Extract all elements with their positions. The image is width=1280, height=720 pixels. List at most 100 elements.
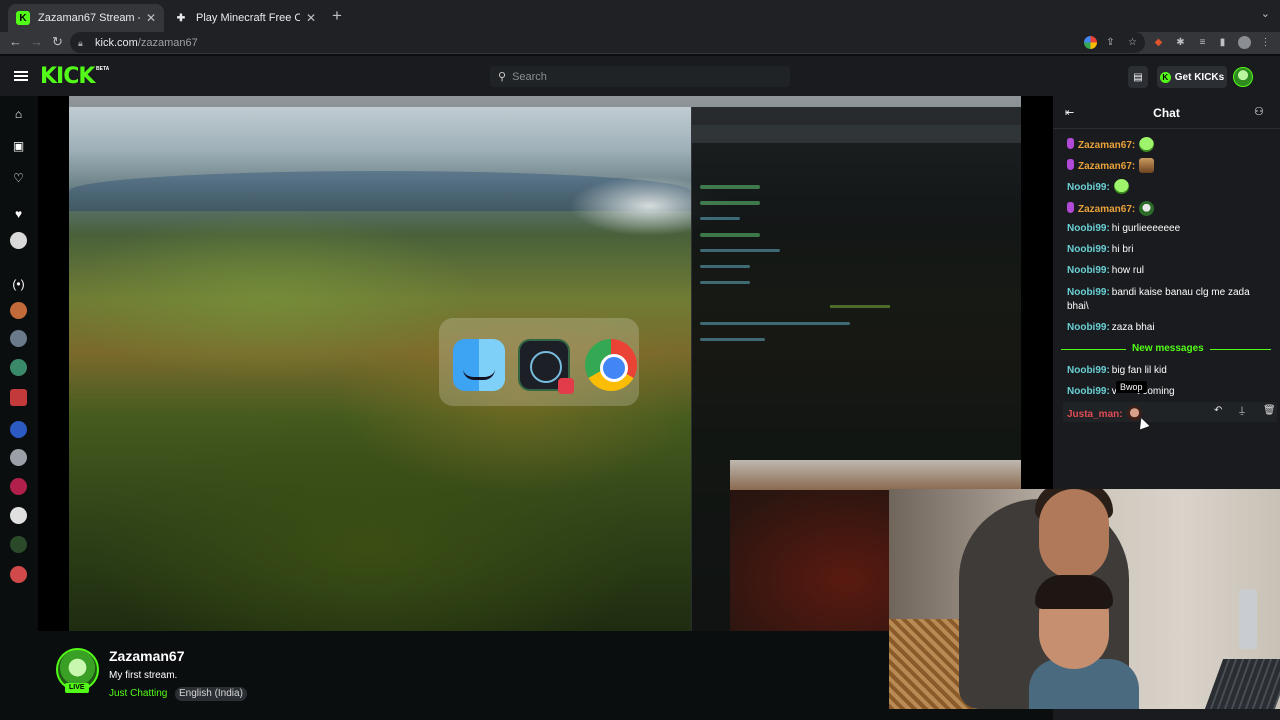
chat-text: zaza bhai <box>1111 322 1155 333</box>
chat-username[interactable]: Zazaman67: <box>1078 161 1135 172</box>
sidebar-channel-avatar[interactable] <box>10 389 27 406</box>
browser-toolbar: ← → ↻ 🔒︎ kick.com/zazaman67 ⇪ ☆ ◆ ✱ ≡ ▮ … <box>0 32 1280 54</box>
address-bar[interactable]: 🔒︎ kick.com/zazaman67 <box>70 32 1145 53</box>
recommended-icon: (•) <box>12 276 25 291</box>
chat-text: how rul <box>1111 265 1145 276</box>
chat-message[interactable]: Zazaman67: <box>1067 137 1262 153</box>
following-icon[interactable]: ♡ <box>10 169 27 186</box>
chat-username[interactable]: Noobi99: <box>1067 244 1110 255</box>
channel-name[interactable]: Zazaman67 <box>109 648 184 664</box>
sidebar-channel-avatar[interactable] <box>10 478 27 495</box>
chat-message[interactable]: Noobi99: bandi kaise banau clg me zada bh… <box>1067 286 1262 314</box>
kicks-coin-icon: K <box>1159 71 1171 83</box>
tab-search-icon[interactable]: ⌄ <box>1261 7 1270 20</box>
kick-logo[interactable]: KICK <box>40 64 95 89</box>
sidebar-channel-avatar[interactable] <box>10 566 27 583</box>
microphone-badge-icon <box>1067 138 1074 149</box>
get-kicks-button[interactable]: K Get KICKs <box>1157 66 1227 88</box>
url-path: /zazaman67 <box>137 36 198 49</box>
chat-username[interactable]: Noobi99: <box>1067 182 1110 193</box>
emote-tooltip: Bwop <box>1116 381 1147 393</box>
chat-username[interactable]: Zazaman67: <box>1078 204 1135 215</box>
chat-username[interactable]: Justa_man: <box>1067 409 1123 420</box>
language-tag[interactable]: English (India) <box>175 687 247 701</box>
chat-title: Chat <box>1153 106 1180 120</box>
stream-title: My first stream. <box>109 670 178 681</box>
home-icon[interactable]: ⌂ <box>10 105 27 122</box>
pin-icon[interactable]: ⍊ <box>1239 405 1245 416</box>
forward-icon[interactable]: → <box>30 34 43 49</box>
chat-message[interactable]: Noobi99: <box>1067 179 1262 195</box>
video-macos-menubar <box>69 96 1021 107</box>
browser-tab-kick[interactable]: K Zazaman67 Stream - Watch Li ✕ <box>8 4 164 32</box>
search-input[interactable] <box>512 70 773 83</box>
sidebar-channel-avatar[interactable] <box>10 232 27 249</box>
chat-message[interactable]: Noobi99: v t coming <box>1067 385 1262 399</box>
theatre-mode-icon[interactable]: ▤ <box>1128 66 1148 88</box>
sidebar-channel-avatar[interactable] <box>10 302 27 319</box>
microphone-badge-icon <box>1067 202 1074 213</box>
bookmark-star-icon[interactable]: ☆ <box>1126 36 1139 49</box>
chat-username[interactable]: Noobi99: <box>1067 223 1110 234</box>
chat-username[interactable]: Noobi99: <box>1067 287 1110 298</box>
back-icon[interactable]: ← <box>9 34 22 49</box>
emote-icon[interactable] <box>1139 137 1155 152</box>
extensions-icon[interactable]: ✱ <box>1174 36 1187 49</box>
sidebar-channel-avatar[interactable] <box>10 359 27 376</box>
chat-message[interactable]: Noobi99: zaza bhai <box>1067 321 1262 335</box>
search-box[interactable]: ⚲ <box>490 66 790 87</box>
stream-category-link[interactable]: Just Chatting <box>109 688 167 699</box>
emote-icon[interactable] <box>1139 201 1155 216</box>
close-tab-icon[interactable]: ✕ <box>146 11 156 25</box>
webcam-overlay <box>889 489 1280 709</box>
video-obs-icon <box>518 339 574 394</box>
new-tab-button[interactable]: + <box>332 6 342 26</box>
chat-message[interactable]: Justa_man: <box>1067 406 1262 422</box>
gamepad-icon: ✚ <box>176 12 186 24</box>
chat-username[interactable]: Noobi99: <box>1067 265 1110 276</box>
chat-message[interactable]: Zazaman67: <box>1067 201 1262 217</box>
sidebar-channel-avatar[interactable] <box>10 536 27 553</box>
stream-video[interactable] <box>69 96 1021 631</box>
site-header: KICK BETA ⚲ ▤ K Get KICKs <box>0 56 1280 96</box>
emote-icon[interactable] <box>1113 179 1129 194</box>
sidebar-channel-avatar[interactable] <box>10 330 27 347</box>
chat-message[interactable]: Noobi99: hi bri <box>1067 243 1262 257</box>
delete-icon[interactable]: 🗑︎ <box>1263 405 1276 416</box>
chat-message[interactable]: Zazaman67: <box>1067 158 1262 174</box>
chat-username[interactable]: Noobi99: <box>1067 322 1110 333</box>
brave-extension-icon[interactable]: ◆ <box>1152 36 1165 49</box>
sidebar-channel-avatar[interactable] <box>10 507 27 524</box>
left-sidebar: ⌂ ▣ ♡ ♥ (•) <box>0 96 38 720</box>
chat-username[interactable]: Zazaman67: <box>1078 140 1135 151</box>
share-icon[interactable]: ⇪ <box>1104 36 1117 49</box>
emote-icon[interactable] <box>1139 158 1155 173</box>
chat-message[interactable]: Noobi99: big fan lil kid <box>1067 364 1262 378</box>
browser-menu-icon[interactable]: ⋮ <box>1259 36 1272 49</box>
chat-message[interactable]: Noobi99: hi gurlieeeeeee <box>1067 222 1262 236</box>
reply-icon[interactable]: ↶ <box>1214 405 1222 416</box>
browse-icon[interactable]: ▣ <box>10 137 27 154</box>
chat-username[interactable]: Noobi99: <box>1067 365 1110 376</box>
live-badge: LIVE <box>65 683 89 693</box>
profile-avatar-icon[interactable] <box>1238 36 1251 49</box>
sidebar-channel-avatar[interactable] <box>10 449 27 466</box>
user-avatar[interactable] <box>1233 67 1253 87</box>
google-lens-icon[interactable] <box>1084 36 1097 49</box>
microphone-badge-icon <box>1067 159 1074 170</box>
chat-text: hi gurlieeeeeee <box>1111 223 1181 234</box>
following-heart-icon: ♥ <box>14 206 23 221</box>
chat-header: ⇤ Chat ⚇ <box>1053 96 1280 129</box>
close-tab-icon[interactable]: ✕ <box>306 11 316 25</box>
reload-icon[interactable]: ↻ <box>52 34 63 50</box>
sidepanel-icon[interactable]: ▮ <box>1216 36 1229 49</box>
browser-tab-minecraft[interactable]: ✚ Play Minecraft Free Online ✕ <box>166 4 324 32</box>
chat-username[interactable]: Noobi99: <box>1067 386 1110 397</box>
chat-message[interactable]: Noobi99: how rul <box>1067 264 1262 278</box>
media-icon[interactable]: ≡ <box>1196 36 1209 49</box>
tab-title: Zazaman67 Stream - Watch Li <box>38 12 140 24</box>
menu-icon[interactable] <box>14 71 28 81</box>
lock-icon: 🔒︎ <box>78 37 83 48</box>
chat-users-icon[interactable]: ⚇ <box>1254 105 1264 118</box>
sidebar-channel-avatar[interactable] <box>10 421 27 438</box>
